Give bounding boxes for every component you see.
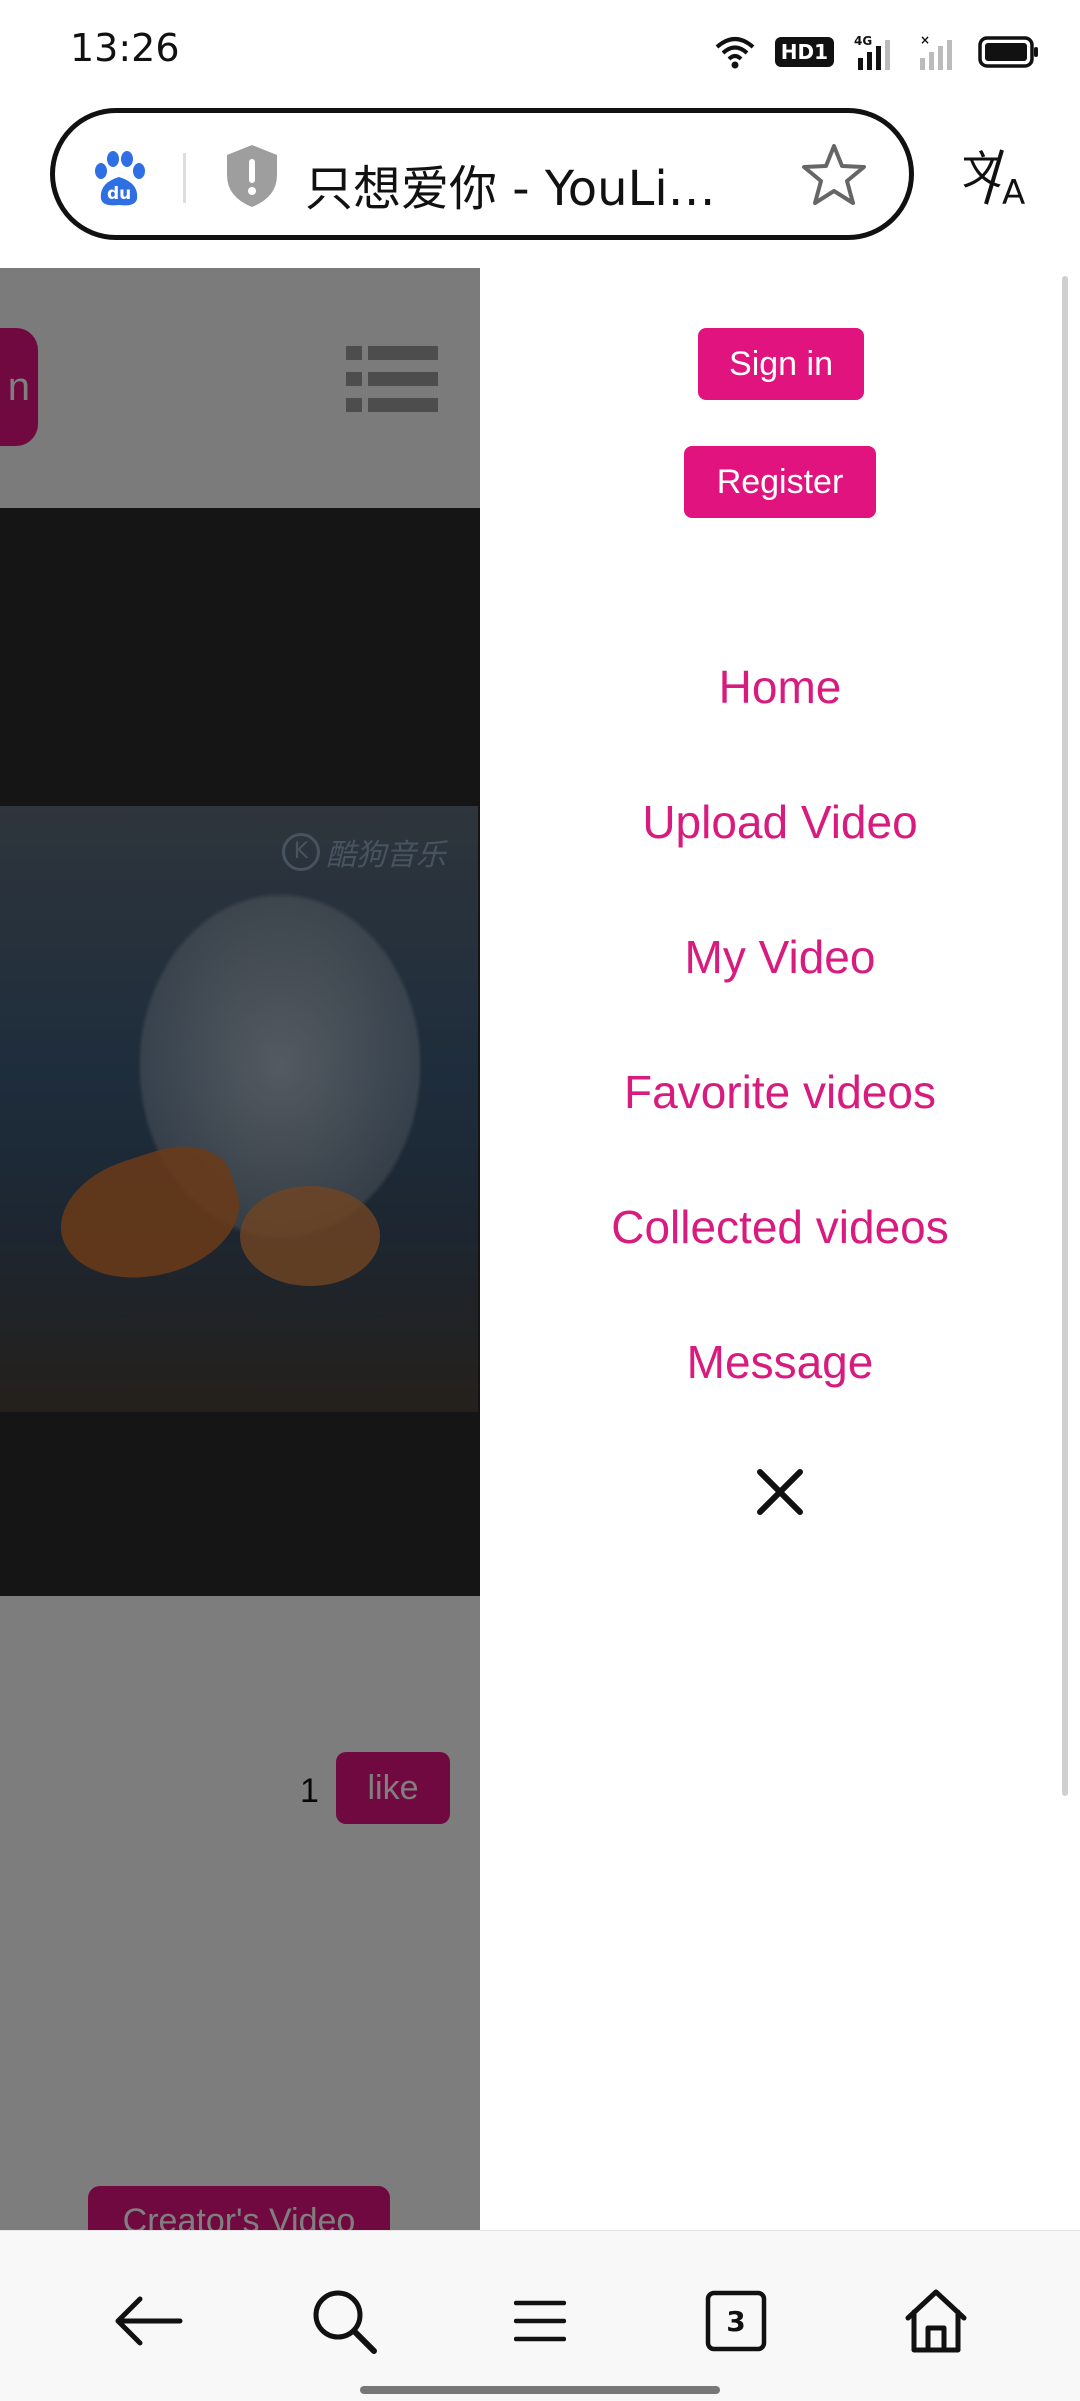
- menu-item-upload-video[interactable]: Upload Video: [480, 795, 1080, 849]
- baidu-icon[interactable]: du: [87, 147, 151, 211]
- menu-item-collected-videos[interactable]: Collected videos: [480, 1200, 1080, 1254]
- menu-item-my-video[interactable]: My Video: [480, 930, 1080, 984]
- drawer-backdrop[interactable]: [0, 268, 480, 2230]
- search-icon: [313, 2290, 377, 2354]
- browser-bottom-nav: 3: [0, 2230, 1080, 2401]
- home-icon: [905, 2289, 967, 2353]
- register-button[interactable]: Register: [684, 446, 876, 518]
- wifi-icon: [715, 37, 755, 69]
- status-time: 13:26: [70, 26, 180, 70]
- menu-item-favorite-videos[interactable]: Favorite videos: [480, 1065, 1080, 1119]
- status-icons: HD1 4G ×: [715, 30, 1040, 74]
- drawer-scrollbar[interactable]: [1062, 276, 1068, 1796]
- tabs-button[interactable]: 3: [696, 2281, 776, 2361]
- gesture-home-indicator[interactable]: [360, 2386, 720, 2394]
- battery-icon: [978, 36, 1038, 68]
- signal-empty-icon: ×: [920, 34, 952, 70]
- side-drawer: Sign in Register Home Upload Video My Vi…: [480, 268, 1080, 2230]
- translate-icon[interactable]: 文 A: [962, 144, 1032, 208]
- back-arrow-icon: [115, 2296, 183, 2346]
- star-icon[interactable]: [801, 143, 867, 207]
- hd-badge: HD1: [774, 37, 834, 67]
- status-bar: 13:26 HD1 4G ×: [0, 0, 1080, 100]
- browser-toolbar: du 只想爱你 - YouLink ... 文 A: [0, 100, 1080, 268]
- menu-item-home[interactable]: Home: [480, 660, 1080, 714]
- search-nav-button[interactable]: [304, 2281, 384, 2361]
- shield-icon[interactable]: [223, 143, 281, 209]
- svg-text:×: ×: [920, 34, 930, 47]
- address-divider: [183, 153, 186, 203]
- svg-text:du: du: [107, 184, 131, 204]
- page-title[interactable]: 只想爱你 - YouLink ...: [305, 149, 745, 219]
- tabs-icon: [705, 2290, 767, 2352]
- svg-text:4G: 4G: [854, 34, 872, 48]
- address-bar[interactable]: du 只想爱你 - YouLink ...: [50, 108, 914, 240]
- home-button[interactable]: [896, 2281, 976, 2361]
- close-icon[interactable]: [756, 1468, 804, 1516]
- menu-icon: [514, 2300, 566, 2342]
- signal-4g-icon: 4G: [854, 34, 890, 70]
- svg-text:A: A: [1002, 173, 1025, 208]
- menu-item-message[interactable]: Message: [480, 1335, 1080, 1389]
- back-button[interactable]: [108, 2281, 188, 2361]
- sign-in-button[interactable]: Sign in: [698, 328, 864, 400]
- menu-nav-button[interactable]: [500, 2281, 580, 2361]
